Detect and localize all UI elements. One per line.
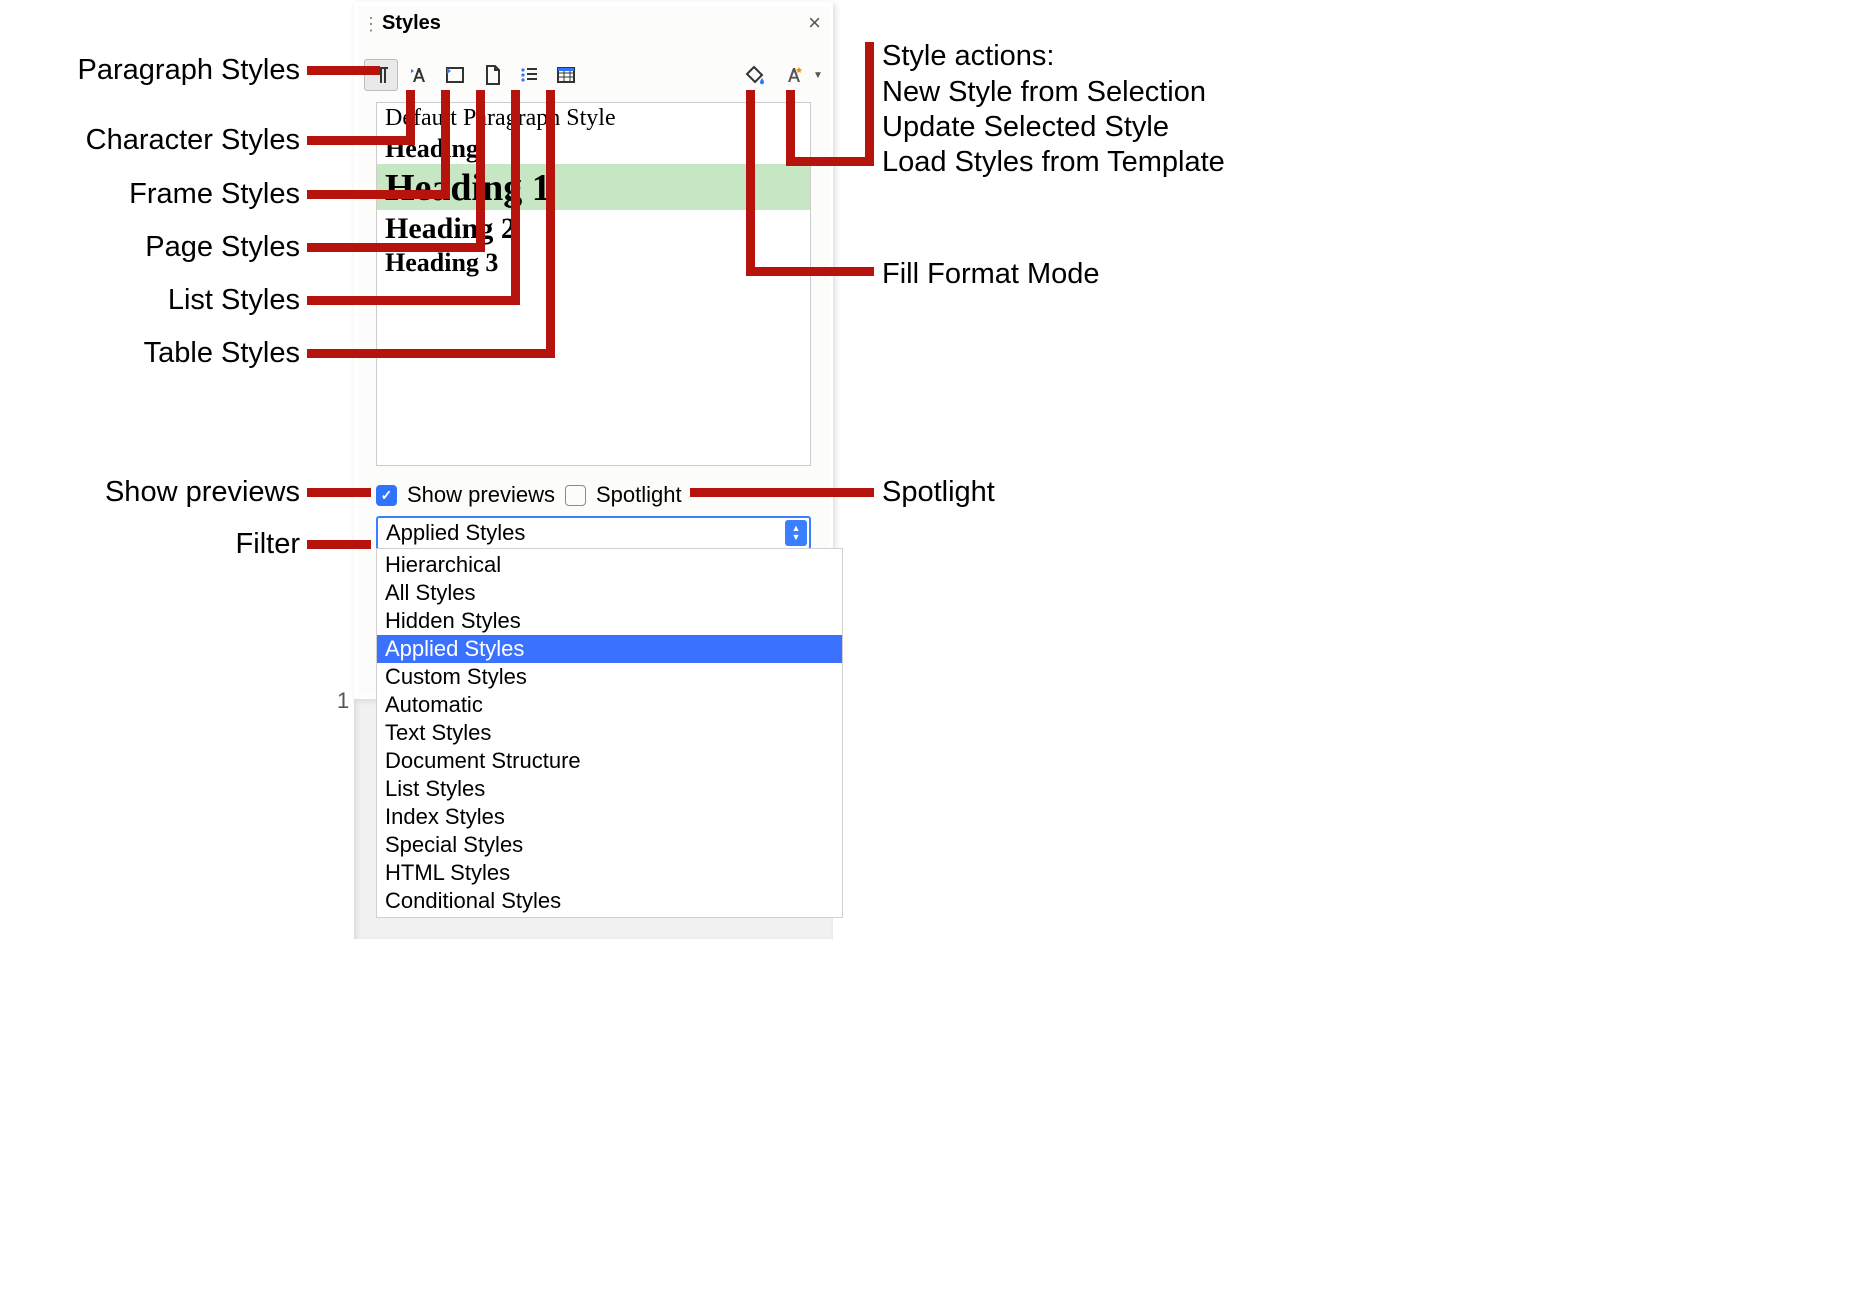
style-actions-icon (782, 64, 804, 86)
table-styles-button[interactable] (549, 59, 583, 91)
callout-rule (511, 90, 520, 305)
filter-option[interactable]: Hierarchical (377, 551, 842, 579)
drag-handle-icon[interactable] (362, 14, 368, 32)
callout-rule (307, 136, 415, 145)
callout-table-styles: Table Styles (0, 337, 300, 370)
list-styles-button[interactable] (512, 59, 546, 91)
filter-option[interactable]: Automatic (377, 691, 842, 719)
table-icon (555, 64, 577, 86)
filter-option[interactable]: All Styles (377, 579, 842, 607)
callout-rule (307, 66, 380, 75)
filter-option[interactable]: HTML Styles (377, 859, 842, 887)
paint-bucket-icon (745, 64, 767, 86)
filter-option[interactable]: Hidden Styles (377, 607, 842, 635)
filter-option[interactable]: Conditional Styles (377, 887, 842, 915)
panel-title: Styles (382, 12, 441, 35)
callout-style-actions-title: Style actions: (882, 40, 1054, 73)
filter-option[interactable]: Text Styles (377, 719, 842, 747)
callout-rule (690, 488, 874, 497)
callout-rule (307, 488, 371, 497)
callout-rule (307, 349, 555, 358)
character-icon (407, 64, 429, 86)
close-icon[interactable]: × (808, 10, 821, 36)
select-arrows-icon: ▲▼ (785, 520, 807, 546)
filter-option[interactable]: Custom Styles (377, 663, 842, 691)
callout-style-actions-l2: Update Selected Style (882, 111, 1169, 144)
page-icon (481, 64, 503, 86)
callout-rule (476, 90, 485, 252)
paragraph-styles-button[interactable] (364, 59, 398, 91)
filter-option[interactable]: Special Styles (377, 831, 842, 859)
callout-rule (865, 42, 874, 166)
filter-option-selected[interactable]: Applied Styles (377, 635, 842, 663)
callout-style-actions-l1: New Style from Selection (882, 76, 1206, 109)
callout-list-styles: List Styles (0, 284, 300, 317)
callout-rule (546, 90, 555, 358)
style-actions-dropdown-caret[interactable]: ▼ (813, 60, 823, 90)
callout-rule (307, 243, 485, 252)
page-styles-button[interactable] (475, 59, 509, 91)
spotlight-label: Spotlight (596, 482, 682, 508)
callout-rule (441, 90, 450, 199)
callout-character-styles: Character Styles (0, 124, 300, 157)
callout-filter: Filter (0, 528, 300, 561)
callout-spotlight: Spotlight (882, 476, 995, 509)
callout-rule (307, 540, 371, 549)
callout-paragraph-styles: Paragraph Styles (0, 54, 300, 87)
style-actions-button[interactable] (776, 59, 810, 91)
frame-icon (444, 64, 466, 86)
callout-rule (746, 267, 874, 276)
frame-styles-button[interactable] (438, 59, 472, 91)
callout-page-styles: Page Styles (0, 231, 300, 264)
character-styles-button[interactable] (401, 59, 435, 91)
page-number: 1 (337, 688, 349, 714)
callout-style-actions-l3: Load Styles from Template (882, 146, 1225, 179)
show-previews-checkbox[interactable]: ✓ (376, 485, 397, 506)
callout-rule (786, 90, 795, 166)
callout-rule (406, 90, 415, 145)
styles-toolbar: ▼ (364, 58, 823, 92)
filter-option[interactable]: Index Styles (377, 803, 842, 831)
filter-select[interactable]: Applied Styles ▲▼ (376, 516, 811, 550)
filter-dropdown[interactable]: Hierarchical All Styles Hidden Styles Ap… (376, 548, 843, 918)
callout-frame-styles: Frame Styles (0, 178, 300, 211)
callout-rule (307, 296, 520, 305)
spotlight-checkbox[interactable] (565, 485, 586, 506)
filter-selected-value: Applied Styles (386, 520, 525, 546)
callout-rule (307, 190, 450, 199)
callout-show-previews: Show previews (0, 476, 300, 509)
filter-option[interactable]: Document Structure (377, 747, 842, 775)
fill-format-mode-button[interactable] (739, 59, 773, 91)
show-previews-label: Show previews (407, 482, 555, 508)
callout-fill-format: Fill Format Mode (882, 258, 1100, 291)
list-icon (518, 64, 540, 86)
callout-rule (786, 157, 874, 166)
filter-option[interactable]: List Styles (377, 775, 842, 803)
callout-rule (746, 90, 755, 276)
panel-header: Styles × (362, 10, 825, 36)
